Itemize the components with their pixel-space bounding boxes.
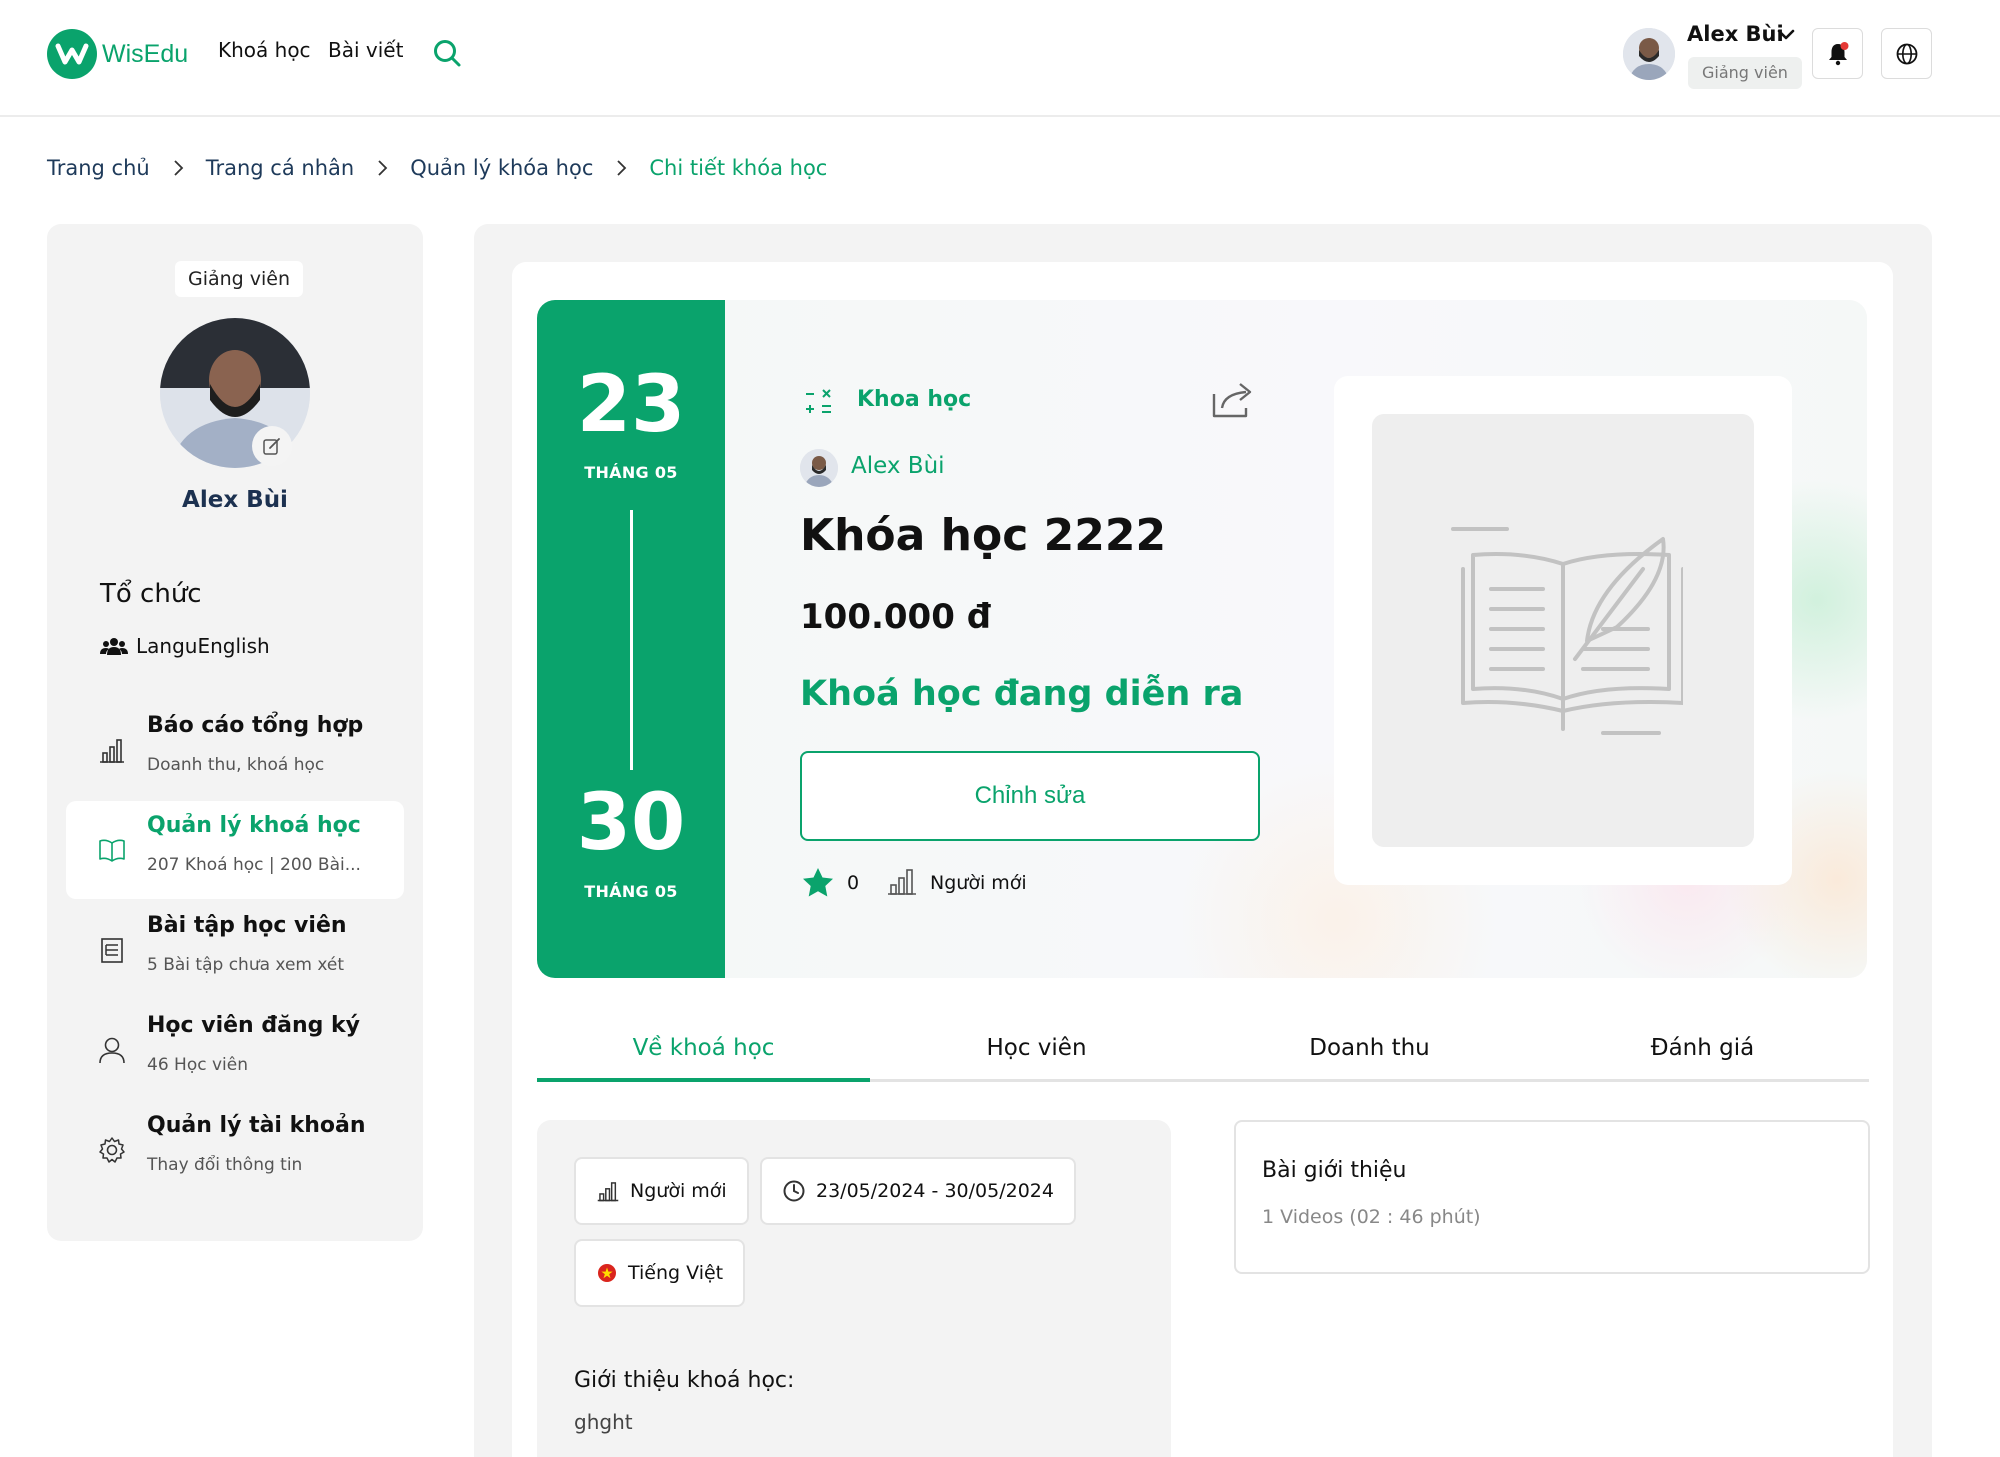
edit-avatar-icon[interactable] [252,426,292,466]
menu-item-report[interactable]: Báo cáo tổng hợp Doanh thu, khoá học [66,701,404,799]
level-label: Người mới [930,872,1027,894]
user-icon [99,1037,125,1064]
notification-button[interactable] [1812,28,1863,79]
intro-subtitle: 1 Videos (02 : 46 phút) [1262,1206,1481,1228]
author-avatar[interactable] [800,449,838,487]
end-day: 30 [576,778,686,868]
menu-item-title: Bài tập học viên [147,913,347,938]
course-price: 100.000 đ [800,597,992,637]
book-open-icon [99,839,125,862]
menu-item-students[interactable]: Học viên đăng ký 46 Học viên [66,1001,404,1099]
bar-chart-icon [100,739,124,763]
level-bars-icon [597,1182,619,1202]
breadcrumb-current: Chi tiết khóa học [649,156,828,180]
menu-item-title: Báo cáo tổng hợp [147,713,364,738]
about-text: ghght [574,1410,633,1434]
date-range-chip: 23/05/2024 - 30/05/2024 [760,1157,1076,1225]
menu-item-subtitle: 46 Học viên [147,1055,248,1075]
course-title: Khóa học 2222 [800,510,1167,561]
top-header: WisEdu Khoá học Bài viết Alex Bùi Giảng … [0,0,2000,117]
user-avatar[interactable] [1623,28,1675,80]
course-category[interactable]: Khoa học [857,387,971,412]
date-range-label: 23/05/2024 - 30/05/2024 [816,1180,1054,1202]
intro-title: Bài giới thiệu [1262,1158,1407,1183]
breadcrumb-home[interactable]: Trang chủ [47,156,150,180]
organization-name-label: LanguEnglish [136,634,270,658]
start-month: THÁNG 05 [584,463,678,482]
logo-mark-icon [47,29,97,79]
about-heading: Giới thiệu khoá học: [574,1368,795,1393]
organization-heading: Tổ chức [100,579,202,609]
star-icon [801,866,835,898]
chevron-down-icon[interactable] [1777,27,1795,41]
language-label: Tiếng Việt [628,1262,724,1284]
user-role-badge: Giảng viên [1688,57,1802,89]
menu-item-course-management[interactable]: Quản lý khoá học 207 Khoá học | 200 Bài.… [66,801,404,899]
nav-courses[interactable]: Khoá học [218,38,311,62]
logo-text: WisEdu [102,39,189,68]
nav-articles[interactable]: Bài viết [328,38,403,62]
users-icon [100,638,128,655]
course-author[interactable]: Alex Bùi [851,453,945,479]
menu-item-title: Học viên đăng ký [147,1013,360,1038]
chevron-right-icon [174,160,184,176]
start-day: 23 [576,360,686,450]
role-badge: Giảng viên [175,261,304,297]
menu-item-subtitle: Doanh thu, khoá học [147,755,325,775]
menu-item-subtitle: Thay đổi thông tin [147,1155,303,1175]
breadcrumb-course-management[interactable]: Quản lý khóa học [410,156,593,180]
vietnam-flag-icon [598,1264,616,1282]
share-icon[interactable] [1210,380,1256,420]
menu-item-subtitle: 207 Khoá học | 200 Bài... [147,855,361,875]
menu-item-title: Quản lý tài khoản [147,1113,366,1138]
profile-name: Alex Bùi [182,487,288,513]
logo[interactable]: WisEdu [47,29,188,79]
menu-item-subtitle: 5 Bài tập chưa xem xét [147,955,345,975]
course-status: Khoá học đang diễn ra [800,674,1244,714]
breadcrumb: Trang chủ Trang cá nhân Quản lý khóa học… [47,156,827,180]
document-list-icon [101,938,123,963]
course-thumbnail [1372,414,1754,847]
globe-icon [1896,43,1917,64]
intro-lesson-card[interactable]: Bài giới thiệu 1 Videos (02 : 46 phút) [1234,1120,1870,1274]
profile-sidebar: Giảng viên Alex Bùi Tổ chức LanguEnglish… [47,224,423,1241]
edit-course-button[interactable]: Chỉnh sửa [800,751,1260,841]
date-strip: 23 THÁNG 05 30 THÁNG 05 [537,300,725,978]
gear-icon [99,1137,125,1163]
book-placeholder-icon [1451,526,1683,735]
level-chip: Người mới [574,1157,749,1225]
menu-item-account[interactable]: Quản lý tài khoản Thay đổi thông tin [66,1101,404,1199]
organization-name[interactable]: LanguEnglish [100,634,270,658]
end-month: THÁNG 05 [584,882,678,901]
clock-icon [783,1180,805,1202]
rating-value: 0 [847,872,860,894]
language-button[interactable] [1881,28,1932,79]
chevron-right-icon [378,160,388,176]
breadcrumb-profile[interactable]: Trang cá nhân [206,156,354,180]
search-icon[interactable] [432,38,462,68]
menu-item-assignments[interactable]: Bài tập học viên 5 Bài tập chưa xem xét [66,901,404,999]
course-tabs: Về khoá học Học viên Doanh thu Đánh giá [537,1010,1869,1082]
date-divider [630,510,633,770]
bell-icon [1828,41,1848,65]
tab-students[interactable]: Học viên [870,1010,1203,1079]
calculator-icon [803,385,835,417]
user-name[interactable]: Alex Bùi [1687,22,1784,46]
tab-about[interactable]: Về khoá học [537,1010,870,1082]
tab-reviews[interactable]: Đánh giá [1536,1010,1869,1079]
level-bars-icon [886,866,918,896]
language-chip: Tiếng Việt [574,1239,746,1307]
level-chip-label: Người mới [630,1180,727,1202]
tab-revenue[interactable]: Doanh thu [1203,1010,1536,1079]
menu-item-title: Quản lý khoá học [147,813,361,838]
chevron-right-icon [617,160,627,176]
